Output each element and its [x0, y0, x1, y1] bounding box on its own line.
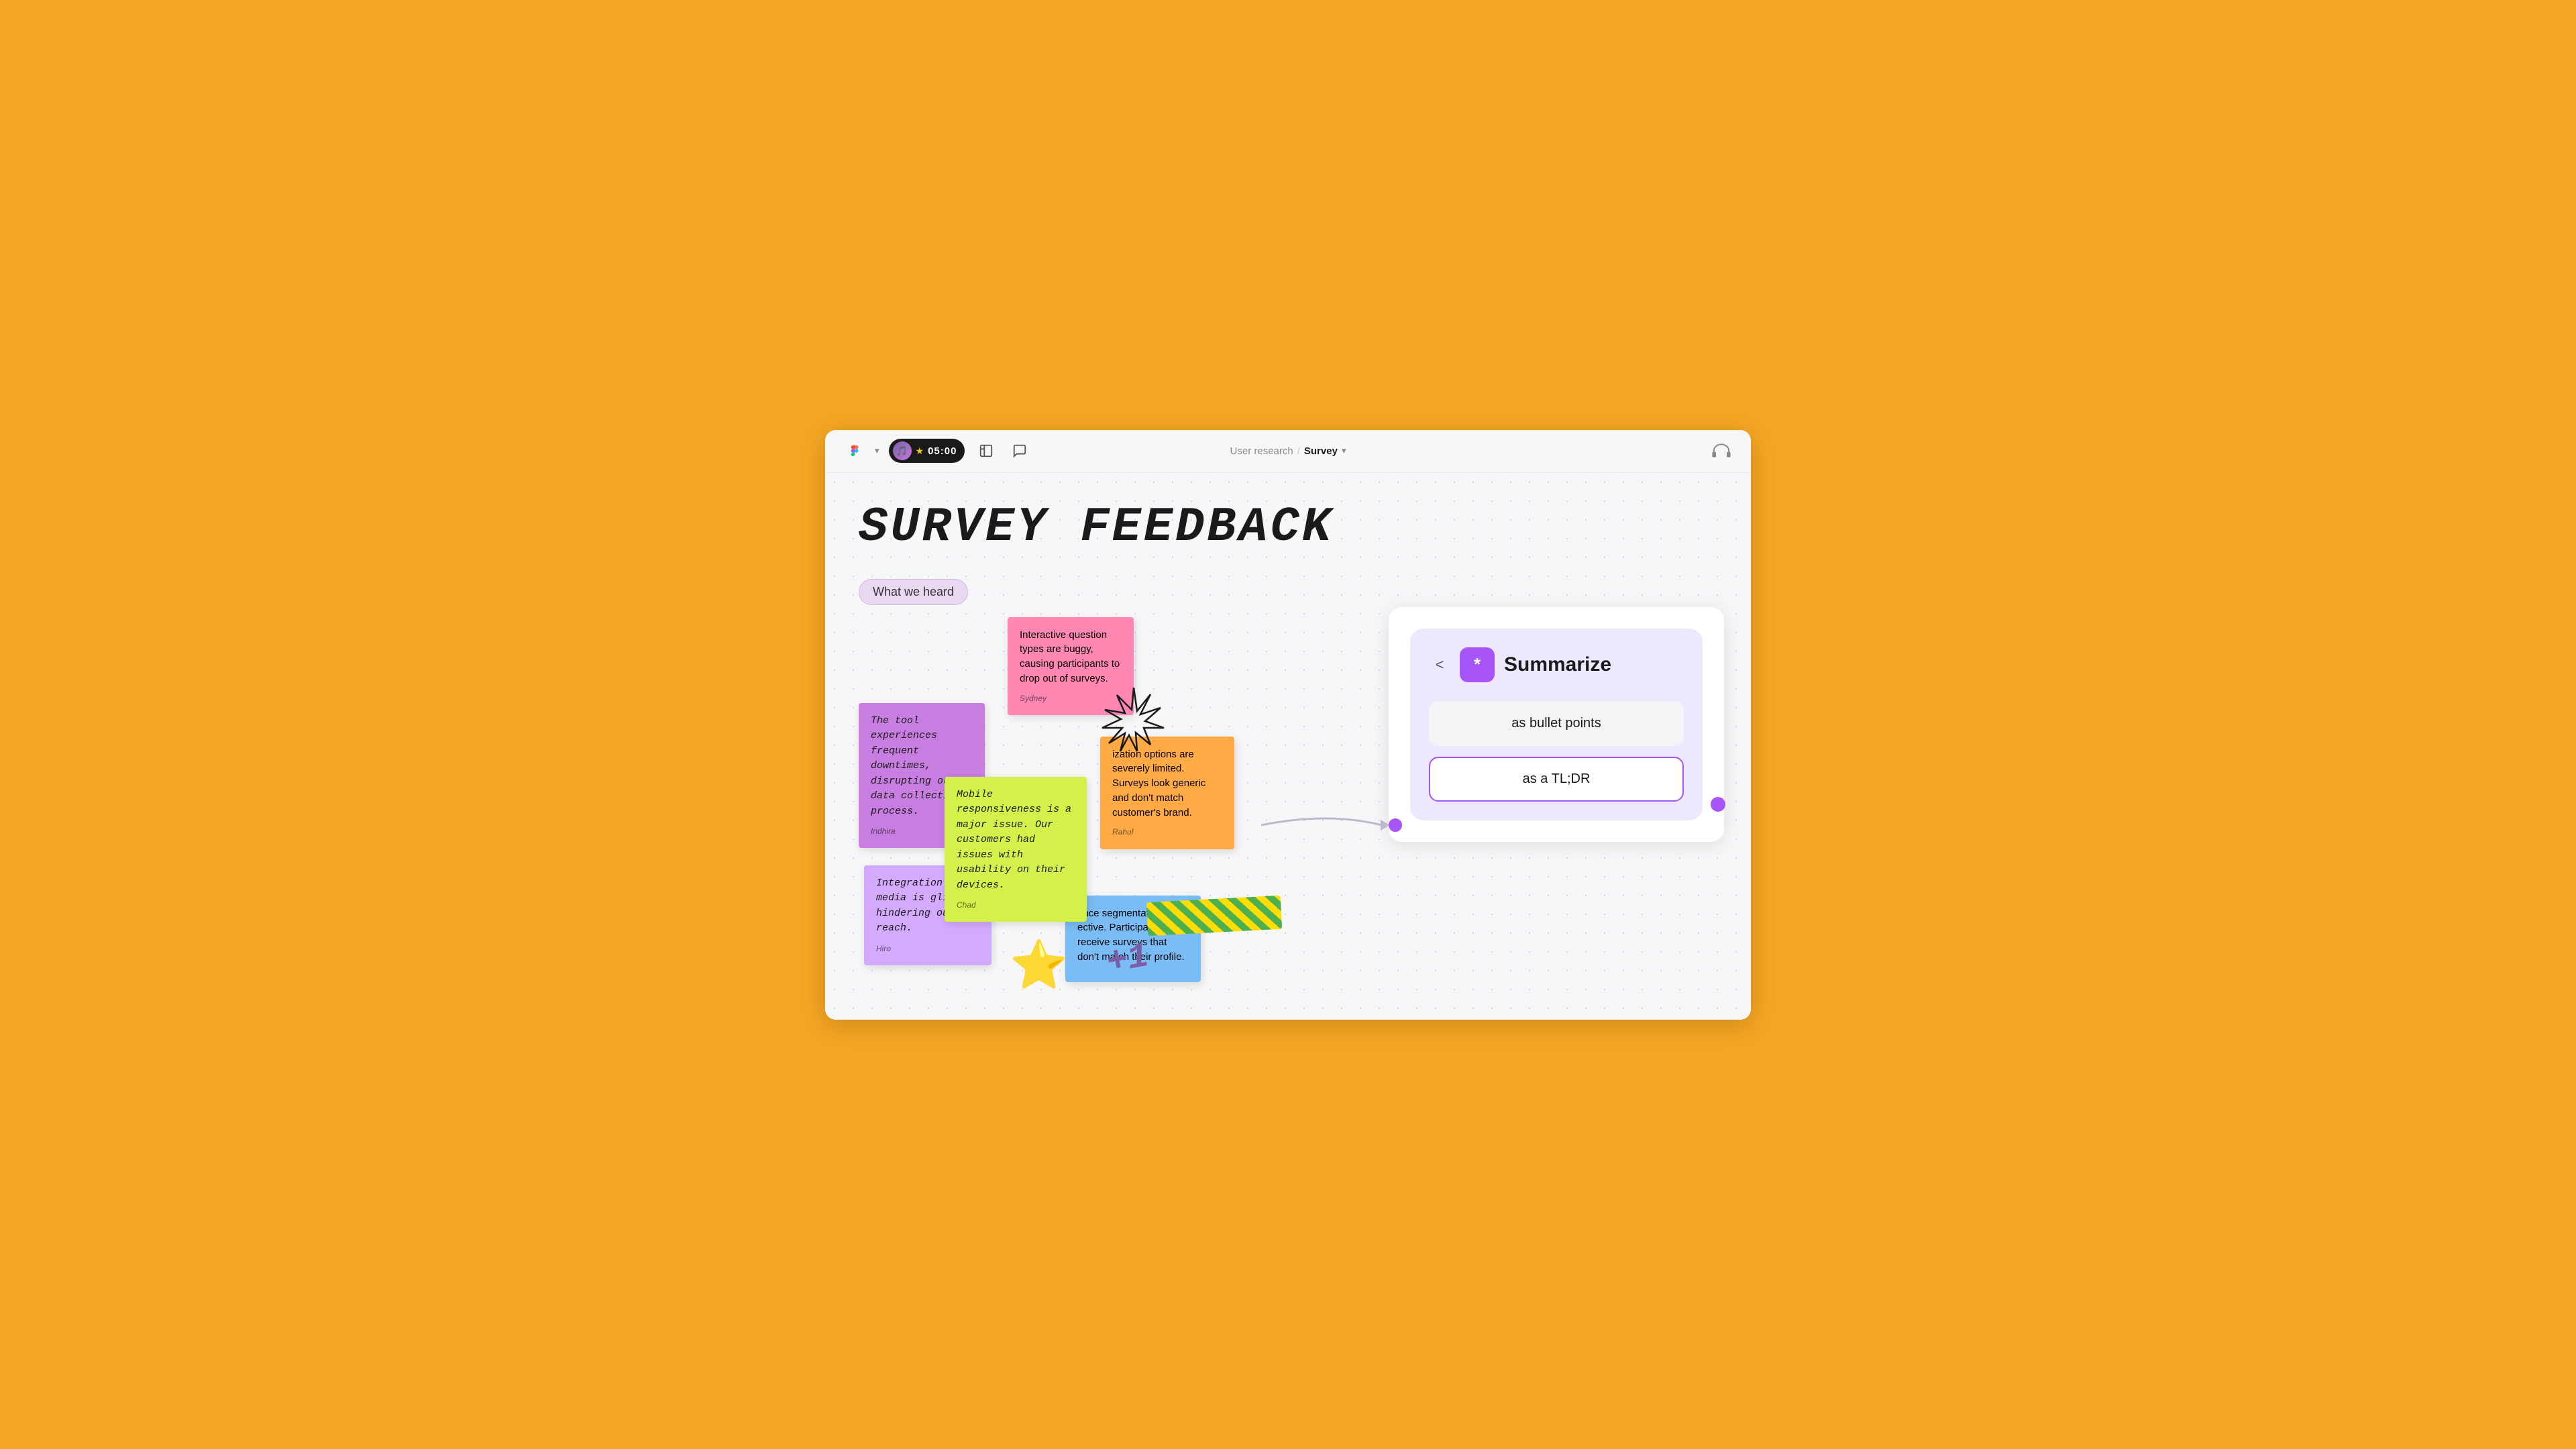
toolbar-right	[1515, 441, 1732, 460]
sticky-note-chad[interactable]: Mobile responsiveness is a major issue. …	[945, 777, 1087, 922]
app-window: ▾ 🎵 ★ 05:00	[825, 430, 1751, 1020]
page-title: SURVEY FEEDBACK	[859, 500, 1717, 555]
summarize-panel: < * Summarize as bullet points as a TL;D…	[1389, 607, 1724, 842]
note-text: Mobile responsiveness is a major issue. …	[957, 788, 1075, 894]
timer-text: 05:00	[928, 445, 957, 457]
breadcrumb-current: Survey	[1304, 445, 1338, 457]
explosion-decoration	[1097, 684, 1171, 761]
figma-icon[interactable]	[844, 440, 865, 462]
note-author: Hiro	[876, 943, 979, 955]
toolbar-left: ▾ 🎵 ★ 05:00	[844, 439, 1061, 463]
star-sticker: ⭐	[1010, 938, 1068, 993]
note-author: Rahul	[1112, 826, 1222, 838]
breadcrumb-separator: /	[1297, 445, 1300, 457]
plus-one-sticker: +1	[1104, 936, 1152, 983]
layout-icon-button[interactable]	[974, 439, 998, 463]
flow-connector	[1261, 805, 1402, 845]
canvas-area: SURVEY FEEDBACK What we heard Interactiv…	[825, 473, 1751, 1020]
chat-icon-button[interactable]	[1008, 439, 1032, 463]
striped-sticker	[1146, 895, 1282, 935]
timer-badge[interactable]: 🎵 ★ 05:00	[889, 439, 965, 463]
summarize-title: Summarize	[1504, 653, 1611, 676]
flow-circle-right	[1711, 797, 1725, 812]
asterisk-icon: *	[1460, 647, 1495, 682]
back-button[interactable]: <	[1429, 654, 1450, 676]
toolbar: ▾ 🎵 ★ 05:00	[825, 430, 1751, 473]
summarize-inner-box: < * Summarize as bullet points as a TL;D…	[1410, 629, 1703, 820]
summarize-options: as bullet points as a TL;DR	[1429, 701, 1684, 802]
note-author: Chad	[957, 900, 1075, 911]
breadcrumb: User research / Survey ▾	[1230, 445, 1346, 457]
note-text: Interactive question types are buggy, ca…	[1020, 628, 1122, 686]
star-icon-small: ★	[916, 445, 924, 457]
breadcrumb-parent: User research	[1230, 445, 1293, 457]
figma-chevron[interactable]: ▾	[875, 445, 879, 456]
toolbar-center: User research / Survey ▾	[1071, 445, 1505, 457]
breadcrumb-chevron[interactable]: ▾	[1342, 445, 1346, 456]
summarize-header: < * Summarize	[1429, 647, 1684, 682]
option-bullet-points[interactable]: as bullet points	[1429, 701, 1684, 746]
timer-avatar: 🎵	[893, 441, 912, 460]
headphone-icon[interactable]	[1711, 441, 1732, 460]
what-we-heard-label: What we heard	[859, 579, 968, 605]
option-tldr[interactable]: as a TL;DR	[1429, 757, 1684, 802]
flow-circle-left	[1389, 818, 1402, 832]
